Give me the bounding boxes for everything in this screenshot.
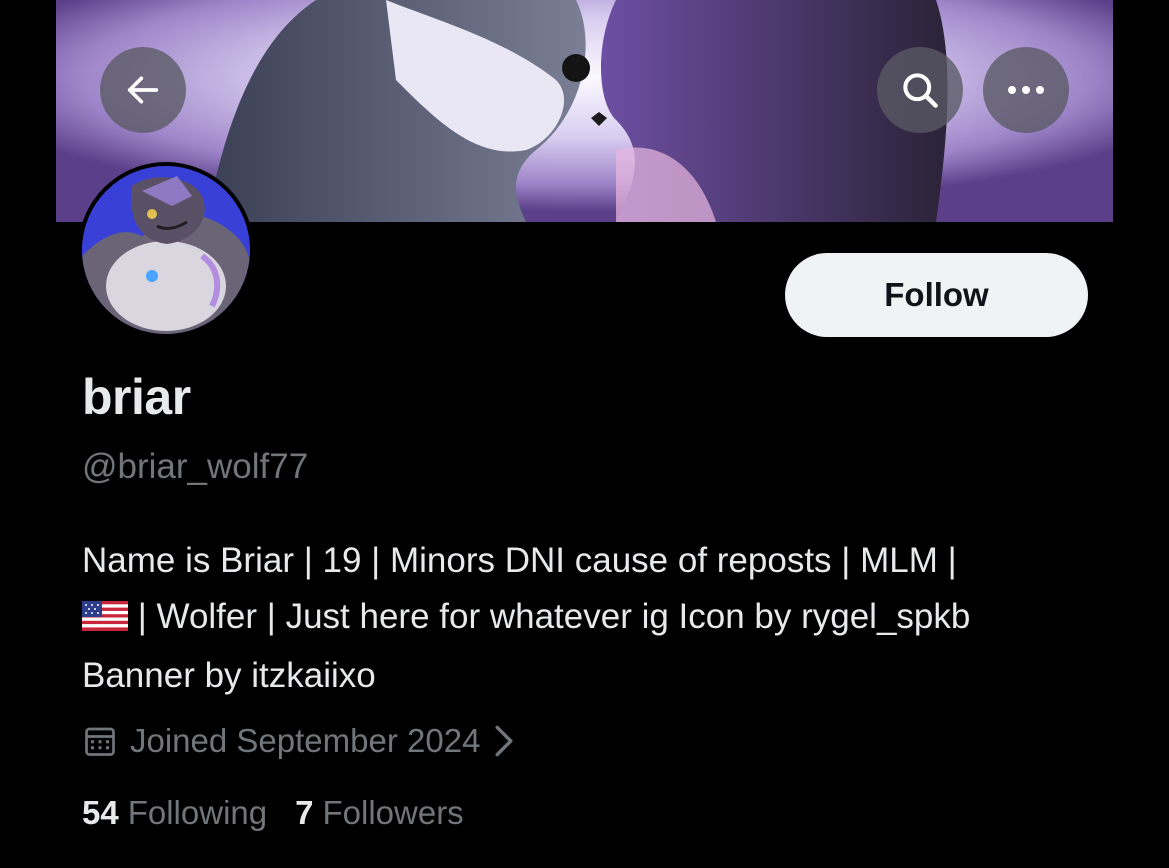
bio-line-2: | Wolfer | Just here for whatever ig Ico… [128, 597, 971, 636]
us-flag-emoji [82, 592, 128, 648]
username-handle: @briar_wolf77 [82, 447, 309, 486]
following-count: 54 [82, 794, 119, 831]
following-label: Following [127, 794, 268, 831]
calendar-icon [82, 723, 118, 759]
chevron-right-icon [492, 724, 516, 758]
follow-stats: 54 Following 7 Followers [82, 794, 464, 832]
search-button[interactable] [877, 47, 963, 133]
profile-bio: Name is Briar | 19 | Minors DNI cause of… [82, 533, 1102, 704]
search-icon [898, 68, 942, 112]
avatar[interactable] [78, 162, 254, 338]
bio-line-3: Banner by itzkaiixo [82, 656, 376, 695]
followers-label: Followers [322, 794, 464, 831]
display-name: briar [82, 369, 191, 425]
bio-line-1: Name is Briar | 19 | Minors DNI cause of… [82, 541, 957, 580]
followers-link[interactable]: 7 Followers [295, 794, 464, 832]
avatar-image [82, 166, 250, 334]
following-link[interactable]: 54 Following [82, 794, 267, 832]
joined-date[interactable]: Joined September 2024 [82, 719, 516, 763]
follow-button[interactable]: Follow [785, 253, 1088, 337]
arrow-left-icon [123, 70, 163, 110]
back-button[interactable] [100, 47, 186, 133]
joined-label: Joined September 2024 [130, 722, 481, 759]
more-options-button[interactable] [983, 47, 1069, 133]
followers-count: 7 [295, 794, 314, 831]
more-horizontal-icon [1004, 83, 1048, 97]
